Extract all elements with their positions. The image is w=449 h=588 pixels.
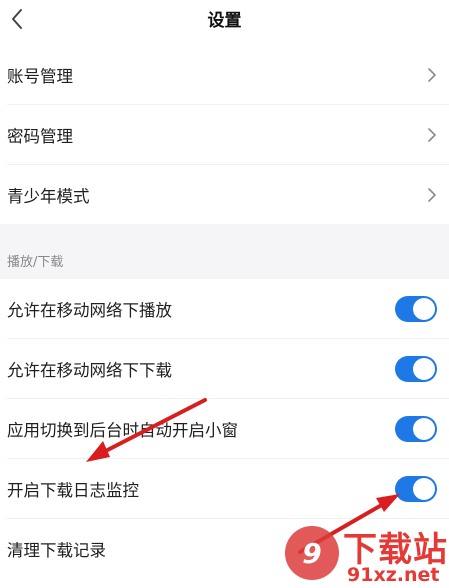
row-label: 开启下载日志监控 — [7, 481, 139, 500]
toggle-knob — [413, 298, 435, 320]
page-title: 设置 — [207, 10, 242, 31]
row-label: 允许在移动网络下下载 — [7, 361, 172, 380]
section-header-playback: 播放/下载 — [0, 224, 449, 279]
background-mini-window-row: 应用切换到后台时自动开启小窗 — [0, 399, 449, 459]
chevron-right-icon — [428, 128, 437, 142]
download-on-mobile-network-toggle[interactable] — [395, 356, 437, 382]
site-watermark: 9 下载站 91xz.net — [283, 520, 449, 588]
section-title: 播放/下载 — [7, 255, 64, 270]
play-on-mobile-network-row: 允许在移动网络下播放 — [0, 279, 449, 339]
row-label: 应用切换到后台时自动开启小窗 — [7, 421, 238, 440]
back-arrow-icon[interactable] — [8, 8, 28, 30]
play-on-mobile-network-toggle[interactable] — [395, 296, 437, 322]
teen-mode-row[interactable]: 青少年模式 — [0, 165, 449, 225]
chevron-right-icon — [428, 68, 437, 82]
download-log-monitor-toggle[interactable] — [395, 476, 437, 502]
account-management-row[interactable]: 账号管理 — [0, 45, 449, 105]
password-management-row[interactable]: 密码管理 — [0, 105, 449, 165]
toggle-knob — [413, 358, 435, 380]
download-log-monitor-row: 开启下载日志监控 — [0, 459, 449, 519]
chevron-right-icon — [428, 188, 437, 202]
background-mini-window-toggle[interactable] — [395, 416, 437, 442]
header-bar: 设置 — [0, 0, 449, 44]
row-label: 允许在移动网络下播放 — [7, 301, 172, 320]
download-on-mobile-network-row: 允许在移动网络下下载 — [0, 339, 449, 399]
toggle-knob — [413, 418, 435, 440]
watermark-url: 91xz.net — [347, 564, 440, 586]
row-label: 青少年模式 — [7, 187, 90, 206]
row-label: 账号管理 — [7, 67, 73, 86]
watermark-badge: 9 — [285, 526, 339, 580]
toggle-knob — [413, 478, 435, 500]
row-label: 密码管理 — [7, 127, 73, 146]
